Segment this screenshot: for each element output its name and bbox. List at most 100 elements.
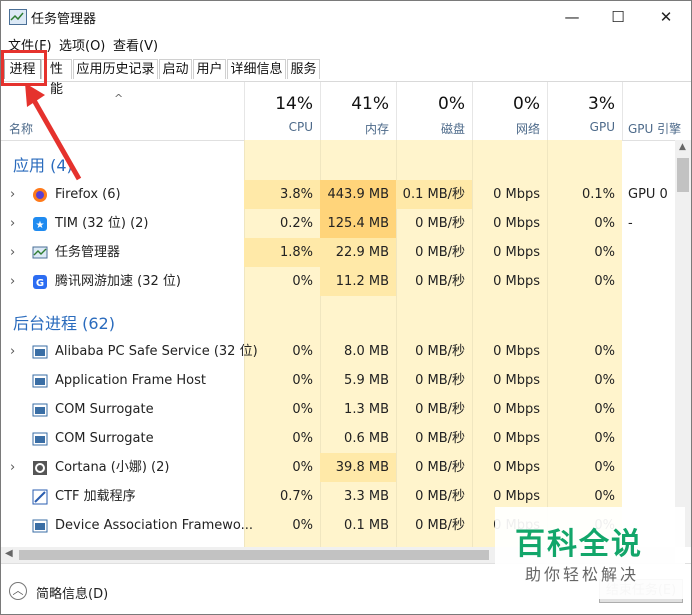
tab-users[interactable]: 用户 (193, 59, 226, 79)
process-name: COM Surrogate (55, 431, 154, 446)
process-disk-value: 0 MB/秒 (415, 489, 465, 504)
process-row[interactable]: › G 腾讯网游加速 (32 位) 0% 11.2 MB 0 MB/秒 0 Mbps 0% (1, 267, 675, 296)
process-disk-value: 0 MB/秒 (415, 402, 465, 417)
menu-view[interactable]: 查看(V) (113, 35, 158, 54)
tab-startup[interactable]: 启动 (159, 59, 192, 79)
group-background-heading[interactable]: 后台进程 (62) (13, 310, 115, 334)
menu-options[interactable]: 选项(O) (59, 35, 105, 54)
service-icon (32, 373, 48, 388)
process-name: COM Surrogate (55, 402, 154, 417)
expand-chevron-icon[interactable]: › (10, 267, 15, 296)
process-row[interactable]: COM Surrogate 0% 0.6 MB 0 MB/秒 0 Mbps 0% (1, 424, 675, 453)
process-mem-value: 0.1 MB (344, 518, 389, 533)
vertical-scroll-thumb[interactable] (677, 158, 689, 192)
cpu-total-percent: 14% (275, 94, 313, 114)
maximize-button[interactable]: ☐ (595, 1, 641, 33)
network-total-percent: 0% (513, 94, 540, 114)
process-disk-value: 0 MB/秒 (415, 216, 465, 231)
process-mem-value: 39.8 MB (320, 453, 396, 482)
gpu-total-percent: 3% (588, 94, 615, 114)
disk-total-percent: 0% (438, 94, 465, 114)
process-name: Alibaba PC Safe Service (32 位) (55, 344, 258, 359)
expand-chevron-icon[interactable]: › (10, 453, 15, 482)
process-row[interactable]: › Alibaba PC Safe Service (32 位) 0% 8.0 MB 0… (1, 337, 675, 366)
disk-label: 磁盘 (440, 122, 465, 136)
sort-chevron-icon[interactable]: ^ (114, 92, 123, 105)
process-disk-value: 0 MB/秒 (415, 518, 465, 533)
process-mem-value: 3.3 MB (344, 489, 389, 504)
scroll-up-icon[interactable]: ▲ (679, 142, 686, 152)
process-mem-value: 5.9 MB (344, 373, 389, 388)
process-cpu-value: 0% (292, 373, 313, 388)
process-row[interactable]: › ★ TIM (32 位) (2) 0.2% 125.4 MB 0 MB/秒 0 Mbps… (1, 209, 675, 238)
process-mem-value: 8.0 MB (344, 344, 389, 359)
column-header: ^ 名称 14% CPU 41% 内存 0% 磁盘 0% 网络 3% GPU G… (1, 82, 691, 141)
title-bar: 任务管理器 — ☐ ✕ (1, 1, 691, 33)
process-row[interactable]: › Firefox (6) 3.8% 443.9 MB 0.1 MB/秒 0 Mbps 0.… (1, 180, 675, 231)
column-gpu-header[interactable]: 3% GPU (547, 82, 622, 140)
process-disk-value: 0 MB/秒 (415, 431, 465, 446)
network-label: 网络 (515, 122, 540, 136)
svg-text:★: ★ (36, 220, 45, 231)
process-row[interactable]: COM Surrogate 0% 1.3 MB 0 MB/秒 0 Mbps 0% (1, 395, 675, 424)
svg-text:G: G (36, 278, 44, 289)
process-cpu-value: 0% (292, 274, 313, 289)
service-icon (32, 344, 48, 359)
vertical-scrollbar[interactable]: ▲ (675, 140, 691, 547)
process-mem-value: 11.2 MB (320, 267, 396, 296)
memory-label: 内存 (364, 122, 389, 136)
scroll-left-icon[interactable]: ◀ (5, 548, 13, 559)
process-gpu-value: 0% (594, 216, 615, 231)
process-name: TIM (32 位) (2) (55, 216, 149, 231)
process-net-value: 0 Mbps (493, 216, 540, 231)
process-net-value: 0 Mbps (493, 344, 540, 359)
process-row[interactable]: › 任务管理器 1.8% 22.9 MB 0 MB/秒 0 Mbps 0% (1, 238, 675, 267)
service-icon (32, 431, 48, 446)
expand-chevron-icon[interactable]: › (10, 209, 15, 238)
tab-bar: 进程 性能 应用历史记录 启动 用户 详细信息 服务 (1, 55, 691, 97)
horizontal-scroll-thumb[interactable] (19, 550, 489, 560)
process-cpu-value: 0% (292, 460, 313, 475)
fewer-details-link[interactable]: 简略信息(D) (36, 583, 108, 602)
process-net-value: 0 Mbps (493, 373, 540, 388)
tim-icon: ★ (32, 216, 48, 231)
process-mem-value: 1.3 MB (344, 402, 389, 417)
menu-bar: 文件(F) 选项(O) 查看(V) (1, 33, 691, 55)
close-button[interactable]: ✕ (643, 1, 689, 33)
tab-services[interactable]: 服务 (287, 59, 320, 79)
watermark: 百科全说 助你轻松解决 (495, 507, 685, 599)
process-name: CTF 加载程序 (55, 489, 136, 504)
game-booster-icon: G (32, 274, 48, 289)
window-title: 任务管理器 (31, 12, 97, 27)
process-row[interactable]: › Cortana (小娜) (2) 0% 39.8 MB 0 MB/秒 0 Mbps 0% (1, 453, 675, 482)
minimize-button[interactable]: — (549, 1, 595, 33)
process-gpu-value: 0% (594, 431, 615, 446)
expand-chevron-icon[interactable]: › (10, 238, 15, 267)
gpu-label: GPU (589, 120, 615, 134)
process-row[interactable]: Application Frame Host 0% 5.9 MB 0 MB/秒 0 Mb… (1, 366, 675, 395)
process-disk-value: 0 MB/秒 (415, 245, 465, 260)
expand-chevron-icon[interactable]: › (10, 180, 15, 209)
tab-app-history[interactable]: 应用历史记录 (73, 59, 158, 79)
process-cpu-value: 1.8% (244, 238, 320, 267)
watermark-subtitle: 助你轻松解决 (525, 565, 640, 584)
process-cpu-value: 0% (292, 402, 313, 417)
process-name: Cortana (小娜) (2) (55, 460, 170, 475)
column-network-header[interactable]: 0% 网络 (472, 82, 547, 140)
process-cpu-value: 0% (292, 518, 313, 533)
collapse-chevron-icon[interactable]: ︿ (9, 582, 27, 600)
process-gpu-value: 0% (594, 274, 615, 289)
process-mem-value: 0.6 MB (344, 431, 389, 446)
process-mem-value: 443.9 MB (320, 180, 396, 209)
column-cpu-header[interactable]: 14% CPU (244, 82, 320, 140)
tab-details[interactable]: 详细信息 (227, 59, 286, 79)
process-name: 腾讯网游加速 (32 位) (55, 274, 181, 289)
column-disk-header[interactable]: 0% 磁盘 (396, 82, 472, 140)
process-net-value: 0 Mbps (493, 402, 540, 417)
process-gpu-value: 0% (594, 460, 615, 475)
task-manager-window: 任务管理器 — ☐ ✕ 文件(F) 选项(O) 查看(V) 进程 性能 应用历史… (0, 0, 692, 615)
column-memory-header[interactable]: 41% 内存 (320, 82, 396, 140)
process-disk-value: 0 MB/秒 (415, 274, 465, 289)
process-gpu-value: 0% (594, 373, 615, 388)
expand-chevron-icon[interactable]: › (10, 337, 15, 366)
